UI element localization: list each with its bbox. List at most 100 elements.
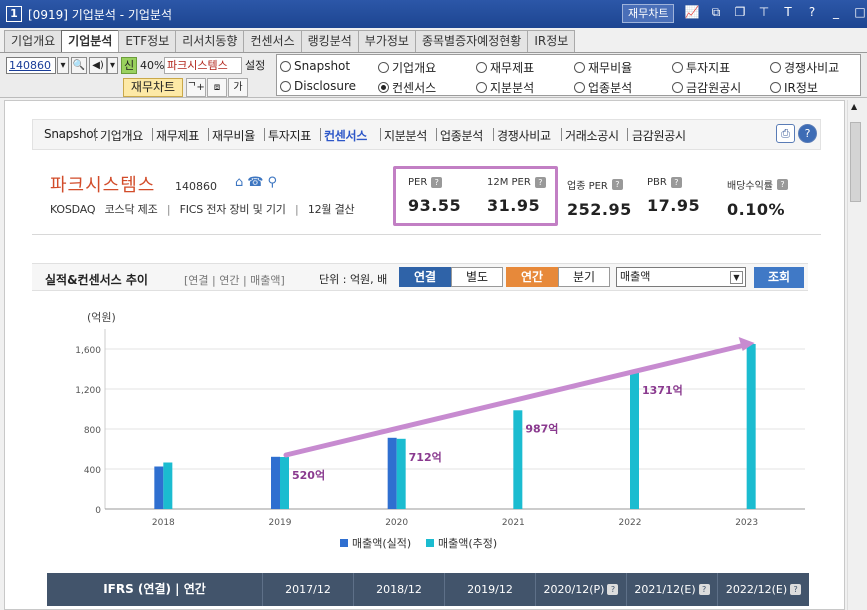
radio-competitors[interactable]: 경쟁사비교 bbox=[770, 59, 839, 76]
query-button[interactable]: 조회 bbox=[754, 267, 804, 288]
phone-icon[interactable]: ☎ bbox=[247, 175, 263, 190]
minimize-icon[interactable]: _ bbox=[828, 5, 844, 20]
bar-estimate bbox=[280, 457, 289, 509]
divider bbox=[152, 128, 153, 141]
font-size-icon[interactable]: 가 bbox=[228, 78, 248, 97]
toggle-separate[interactable]: 별도 bbox=[451, 267, 503, 287]
subnav-ratios[interactable]: 재무비율 bbox=[212, 127, 255, 144]
radio-dot[interactable] bbox=[378, 62, 389, 73]
subnav-overview[interactable]: 기업개요 bbox=[100, 127, 143, 144]
radio-overview[interactable]: 기업개요 bbox=[378, 59, 436, 76]
subnav-statements[interactable]: 재무제표 bbox=[156, 127, 199, 144]
speaker-dropdown-icon[interactable]: ▾ bbox=[107, 57, 118, 74]
radio-invest-index[interactable]: 투자지표 bbox=[672, 59, 730, 76]
radio-fss-disclosure[interactable]: 금감원공시 bbox=[672, 79, 741, 96]
subnav-shareholding[interactable]: 지분분석 bbox=[384, 127, 427, 144]
copy-icon[interactable]: ❐ bbox=[732, 5, 748, 20]
chevron-down-icon[interactable]: ▼ bbox=[730, 271, 743, 284]
toolbar: 140860 ▾ 🔍 ◀) ▾ 신 40% 파크시스템스 설정 재무차트 ᄀ+ … bbox=[0, 52, 867, 98]
maximize-icon[interactable]: □ bbox=[852, 5, 867, 20]
divider bbox=[320, 128, 321, 141]
question-icon[interactable]: ? bbox=[607, 584, 619, 595]
settings-button[interactable]: 설정 bbox=[245, 57, 265, 74]
toggle-annual[interactable]: 연간 bbox=[506, 267, 558, 287]
radio-statements[interactable]: 재무제표 bbox=[476, 59, 534, 76]
y-tick-label: 800 bbox=[84, 426, 101, 436]
table-header-col: 2018/12 bbox=[354, 573, 445, 606]
toggle-consolidated[interactable]: 연결 bbox=[399, 267, 451, 287]
radio-disclosure[interactable]: Disclosure bbox=[280, 79, 356, 93]
radio-dot[interactable] bbox=[476, 62, 487, 73]
radio-dot[interactable] bbox=[574, 82, 585, 93]
toggle-quarterly[interactable]: 분기 bbox=[558, 267, 610, 287]
question-icon[interactable]: ? bbox=[777, 179, 788, 190]
radio-dot[interactable] bbox=[770, 62, 781, 73]
code-dropdown-icon[interactable]: ▾ bbox=[57, 57, 69, 74]
font-icon[interactable]: T bbox=[780, 5, 796, 20]
scroll-thumb[interactable] bbox=[850, 122, 861, 202]
tab-additional-info[interactable]: 부가정보 bbox=[357, 30, 416, 52]
y-tick-label: 1,200 bbox=[75, 386, 101, 396]
add-icon[interactable]: ᄀ+ bbox=[186, 78, 206, 97]
metric-industry-per: 업종 PER? 252.95 bbox=[567, 179, 632, 219]
search-icon[interactable]: 🔍 bbox=[71, 57, 87, 74]
financial-chart-button[interactable]: 재무차트 bbox=[622, 4, 675, 23]
tab-consensus[interactable]: 컨센서스 bbox=[243, 30, 302, 52]
question-icon[interactable]: ? bbox=[611, 179, 623, 190]
subnav-industry[interactable]: 업종분석 bbox=[440, 127, 483, 144]
question-icon[interactable]: ? bbox=[790, 584, 802, 595]
help-icon[interactable]: ? bbox=[798, 124, 817, 143]
radio-ratios[interactable]: 재무비율 bbox=[574, 59, 632, 76]
radio-consensus[interactable]: 컨센서스 bbox=[378, 79, 436, 96]
tab-company-analysis[interactable]: 기업분석 bbox=[61, 30, 120, 52]
radio-dot[interactable] bbox=[672, 82, 683, 93]
subnav-competitors[interactable]: 경쟁사비교 bbox=[497, 127, 551, 144]
section-radio-group: Snapshot 기업개요 재무제표 재무비율 투자지표 경쟁사비교 Discl… bbox=[276, 54, 861, 96]
link-icon[interactable]: ⧉ bbox=[708, 5, 724, 20]
pin-icon[interactable]: ⊤ bbox=[756, 5, 772, 20]
vertical-scrollbar[interactable]: ▲ bbox=[847, 100, 863, 610]
radio-dot[interactable] bbox=[280, 80, 291, 92]
radio-dot[interactable] bbox=[672, 62, 683, 73]
tab-ranking[interactable]: 랭킹분석 bbox=[300, 30, 359, 52]
tab-capital-increase[interactable]: 종목별증자예정현황 bbox=[414, 30, 529, 52]
radio-dot[interactable] bbox=[476, 82, 487, 93]
subnav-snapshot[interactable]: Snapshot bbox=[44, 127, 98, 141]
radio-industry[interactable]: 업종분석 bbox=[574, 79, 632, 96]
subnav-consensus[interactable]: 컨센서스 bbox=[324, 127, 367, 144]
chart-icon[interactable]: 📈 bbox=[684, 5, 700, 20]
question-icon[interactable]: ? bbox=[670, 177, 682, 188]
radio-dot[interactable] bbox=[574, 62, 585, 73]
speaker-icon[interactable]: ◀) bbox=[89, 57, 107, 74]
radio-dot[interactable] bbox=[280, 60, 291, 72]
scroll-up-icon[interactable]: ▲ bbox=[851, 102, 857, 111]
metric-select[interactable]: 매출액 ▼ bbox=[616, 267, 746, 287]
chart-svg: (억원) 0 400 800 1,200 1,600 2018 2019 2020 2021 202… bbox=[75, 311, 805, 550]
radio-dot[interactable] bbox=[770, 82, 781, 93]
subnav-invest-index[interactable]: 투자지표 bbox=[268, 127, 311, 144]
y-tick-label: 0 bbox=[95, 506, 101, 516]
divider bbox=[95, 128, 96, 141]
tab-etf-info[interactable]: ETF정보 bbox=[118, 30, 177, 52]
question-icon[interactable]: ? bbox=[698, 584, 710, 595]
fin-chart-button[interactable]: 재무차트 bbox=[123, 78, 183, 97]
fit-icon[interactable]: ⧈ bbox=[207, 78, 227, 97]
stock-code-input[interactable]: 140860 bbox=[6, 57, 56, 74]
subnav-fss-disclosure[interactable]: 금감원공시 bbox=[632, 127, 686, 144]
radio-shareholding[interactable]: 지분분석 bbox=[476, 79, 534, 96]
location-icon[interactable]: ⚲ bbox=[267, 175, 277, 190]
subnav-exchange-disclosure[interactable]: 거래소공시 bbox=[565, 127, 619, 144]
tab-research[interactable]: 리서치동향 bbox=[175, 30, 245, 52]
radio-dot-checked[interactable] bbox=[378, 82, 389, 93]
print-icon[interactable]: ⎙ bbox=[776, 124, 795, 143]
tab-company-overview[interactable]: 기업개요 bbox=[4, 30, 63, 52]
help-icon[interactable]: ? bbox=[804, 5, 820, 20]
table-header-col: 2022/12(E)? bbox=[718, 573, 809, 606]
divider bbox=[32, 234, 821, 235]
tab-ir-info[interactable]: IR정보 bbox=[527, 30, 576, 52]
financial-table-header: IFRS (연결) | 연간 2017/12 2018/12 2019/12 2… bbox=[47, 573, 809, 606]
company-code: 140860 bbox=[175, 180, 217, 193]
radio-snapshot[interactable]: Snapshot bbox=[280, 59, 350, 73]
home-icon[interactable]: ⌂ bbox=[235, 175, 243, 190]
radio-ir-info[interactable]: IR정보 bbox=[770, 79, 818, 96]
